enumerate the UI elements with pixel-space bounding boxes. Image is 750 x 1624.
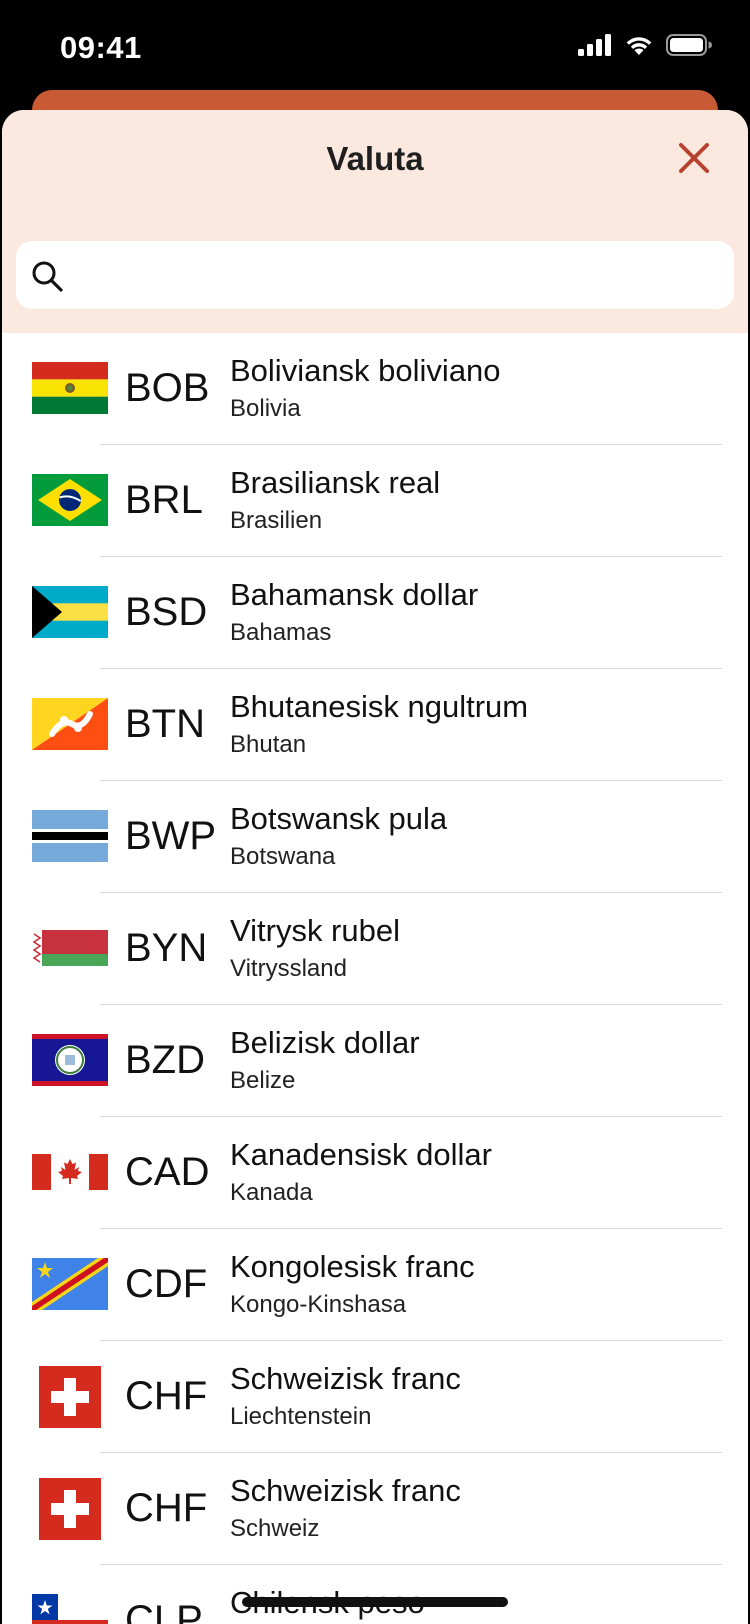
home-indicator[interactable] xyxy=(242,1597,508,1607)
currency-country: Bahamas xyxy=(230,619,332,646)
currency-row[interactable]: CHF Schweizisk franc Liechtenstein xyxy=(2,1341,748,1453)
currency-name: Kongolesisk franc xyxy=(230,1249,475,1284)
currency-name: Brasiliansk real xyxy=(230,465,441,500)
currency-country: Bhutan xyxy=(230,731,307,758)
currency-code: BWP xyxy=(125,814,217,858)
chile-flag-icon xyxy=(32,1594,108,1624)
currency-row[interactable]: BRL Brasiliansk real Brasilien xyxy=(2,445,748,557)
modal-header: Valuta xyxy=(2,110,748,333)
wifi-icon xyxy=(626,37,652,55)
currency-country: Vitryssland xyxy=(230,955,347,982)
currency-list: BOB Boliviansk boliviano Bolivia BRL Bra… xyxy=(2,333,748,1624)
currency-code: CAD xyxy=(125,1150,210,1194)
brazil-flag-icon xyxy=(32,474,108,526)
currency-country: Schweiz xyxy=(230,1515,320,1542)
currency-row[interactable]: BTN Bhutanesisk ngultrum Bhutan xyxy=(2,669,748,781)
currency-country: Kanada xyxy=(230,1179,313,1206)
currency-code: BRL xyxy=(125,478,203,522)
currency-name: Vitrysk rubel xyxy=(230,913,400,948)
bahamas-flag-icon xyxy=(32,586,108,638)
currency-row[interactable]: CAD Kanadensisk dollar Kanada xyxy=(2,1117,748,1229)
currency-code: CHF xyxy=(125,1486,208,1530)
screen: 09:41 Valuta BOB Boliviansk boliviano Bo… xyxy=(0,0,750,1624)
bolivia-flag-icon xyxy=(32,362,108,414)
belize-flag-icon xyxy=(32,1034,108,1086)
search-bar[interactable] xyxy=(16,241,734,309)
currency-row[interactable]: CLP Chilensk peso xyxy=(2,1565,748,1624)
currency-code: BTN xyxy=(125,702,205,746)
currency-name: Bahamansk dollar xyxy=(230,577,479,612)
currency-picker-modal: Valuta BOB Boliviansk boliviano Bolivia … xyxy=(2,110,748,1624)
belarus-flag-icon xyxy=(32,930,108,966)
currency-country: Liechtenstein xyxy=(230,1403,372,1430)
currency-name: Botswansk pula xyxy=(230,801,448,836)
currency-name: Kanadensisk dollar xyxy=(230,1137,492,1172)
currency-name: Bhutanesisk ngultrum xyxy=(230,689,529,724)
status-time: 09:41 xyxy=(60,30,142,65)
currency-code: BYN xyxy=(125,926,208,970)
currency-row[interactable]: BYN Vitrysk rubel Vitryssland xyxy=(2,893,748,1005)
switzerland-flag-icon xyxy=(39,1478,101,1540)
currency-country: Brasilien xyxy=(230,507,323,534)
currency-row[interactable]: CHF Schweizisk franc Schweiz xyxy=(2,1453,748,1565)
search-icon xyxy=(32,261,63,292)
currency-country: Bolivia xyxy=(230,395,301,422)
currency-code: BOB xyxy=(125,366,210,410)
status-icons xyxy=(578,34,712,56)
currency-row[interactable]: BWP Botswansk pula Botswana xyxy=(2,781,748,893)
currency-row[interactable]: CDF Kongolesisk franc Kongo-Kinshasa xyxy=(2,1229,748,1341)
battery-icon xyxy=(666,34,712,56)
dr-congo-flag-icon xyxy=(32,1258,108,1310)
currency-code: BZD xyxy=(125,1038,205,1082)
currency-country: Belize xyxy=(230,1067,296,1094)
modal-title: Valuta xyxy=(326,140,424,177)
currency-name: Schweizisk franc xyxy=(230,1473,461,1508)
currency-row[interactable]: BZD Belizisk dollar Belize xyxy=(2,1005,748,1117)
currency-country: Kongo-Kinshasa xyxy=(230,1291,407,1318)
cellular-signal-icon xyxy=(578,34,611,56)
botswana-flag-icon xyxy=(32,810,108,862)
bhutan-flag-icon xyxy=(32,698,108,750)
currency-code: CDF xyxy=(125,1262,208,1306)
currency-code: CHF xyxy=(125,1374,208,1418)
currency-row[interactable]: BOB Boliviansk boliviano Bolivia xyxy=(2,333,748,445)
currency-name: Schweizisk franc xyxy=(230,1361,461,1396)
canada-flag-icon xyxy=(32,1154,108,1190)
close-icon[interactable] xyxy=(674,138,714,178)
currency-code: CLP xyxy=(125,1598,203,1624)
currency-code: BSD xyxy=(125,590,208,634)
currency-country: Botswana xyxy=(230,843,336,870)
currency-name: Boliviansk boliviano xyxy=(230,353,501,388)
currency-name: Belizisk dollar xyxy=(230,1025,420,1060)
switzerland-flag-icon xyxy=(39,1366,101,1428)
currency-row[interactable]: BSD Bahamansk dollar Bahamas xyxy=(2,557,748,669)
status-bar: 09:41 xyxy=(0,0,750,96)
search-input[interactable] xyxy=(80,251,724,301)
